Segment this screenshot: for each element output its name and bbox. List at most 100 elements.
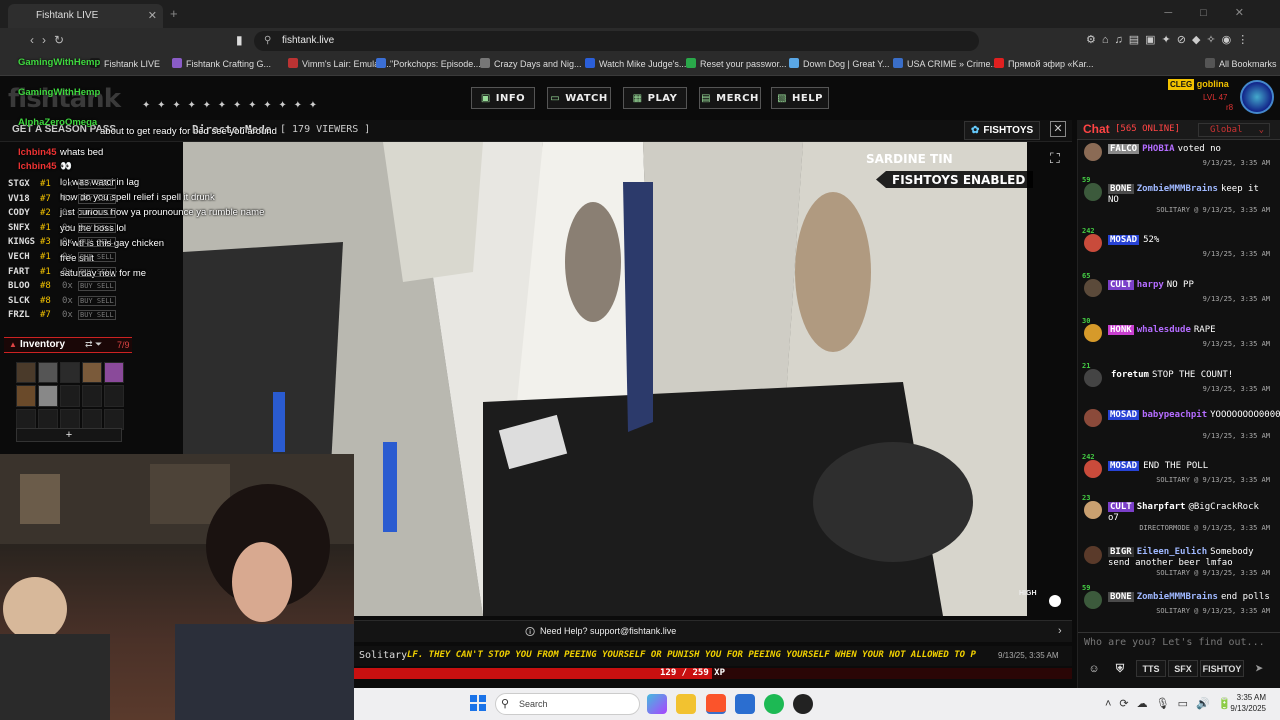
- inventory-slot[interactable]: [38, 408, 58, 430]
- tts-button[interactable]: TTS: [1136, 660, 1166, 677]
- stock-row[interactable]: SLCK #8 0x BUY SELL: [8, 295, 130, 310]
- nav-buttons[interactable]: ‹›↻: [30, 33, 72, 47]
- user-avatar[interactable]: [1084, 369, 1102, 387]
- user-avatar[interactable]: [1084, 546, 1102, 564]
- bookmark-item[interactable]: Reset your passwor...: [686, 58, 787, 69]
- nav-help-button[interactable]: ▧ HELP: [771, 87, 829, 109]
- chat-username[interactable]: ZombieMMMBrains: [1137, 184, 1218, 194]
- buy-sell-button[interactable]: BUY SELL: [78, 266, 116, 277]
- user-avatar[interactable]: [1084, 501, 1102, 519]
- fishtoy-button[interactable]: FISHTOY: [1200, 660, 1244, 677]
- clan-tag[interactable]: MOSAD: [1108, 410, 1140, 420]
- taskbar-search[interactable]: Search: [495, 693, 640, 715]
- file-explorer-icon[interactable]: [676, 694, 696, 714]
- buy-sell-button[interactable]: BUY SELL: [78, 295, 116, 306]
- system-tray[interactable]: ˄⟳☁🎙▭🔊🔋: [1105, 697, 1239, 710]
- buy-sell-button[interactable]: BUY SELL: [78, 208, 116, 219]
- buy-sell-button[interactable]: BUY SELL: [78, 193, 116, 204]
- emoji-icon[interactable]: ☺: [1086, 660, 1102, 677]
- user-avatar[interactable]: [1084, 591, 1102, 609]
- clan-tag[interactable]: CULT: [1108, 502, 1134, 512]
- user-avatar[interactable]: [1240, 80, 1274, 114]
- stock-row[interactable]: STGX #1 0x BUY SELL: [8, 179, 130, 193]
- user-avatar[interactable]: [1084, 460, 1102, 478]
- stock-row[interactable]: FART #1 0x BUY SELL: [8, 266, 130, 281]
- chat-username[interactable]: whalesdude: [1137, 325, 1191, 335]
- inventory-slot[interactable]: [104, 362, 124, 384]
- bookmark-item[interactable]: Прямой эфир «Kar...: [994, 58, 1094, 69]
- clan-tag[interactable]: HONK: [1108, 325, 1134, 335]
- inventory-slot[interactable]: [16, 385, 36, 407]
- window-controls[interactable]: ─□✕: [1164, 6, 1272, 19]
- bookmark-item[interactable]: Fishtank Crafting G...: [172, 58, 271, 69]
- nav-merch-button[interactable]: ▤ MERCH: [699, 87, 761, 109]
- sfx-button[interactable]: SFX: [1168, 660, 1198, 677]
- browser-tab[interactable]: Fishtank LIVE ✕: [8, 4, 163, 28]
- shield-icon[interactable]: ⛨: [1111, 660, 1129, 677]
- record-indicator[interactable]: [1049, 595, 1061, 607]
- chevron-right-icon[interactable]: ›: [1058, 625, 1062, 637]
- inventory-slot[interactable]: [60, 408, 80, 430]
- clan-tag[interactable]: MOSAD: [1108, 461, 1140, 471]
- stock-row[interactable]: KINGS #3 0x BUY SELL: [8, 237, 130, 251]
- bookmark-item[interactable]: Down Dog | Great Y...: [789, 58, 890, 69]
- chat-username[interactable]: Eileen_Eulich: [1137, 547, 1207, 557]
- copilot-icon[interactable]: [647, 694, 667, 714]
- clan-tag[interactable]: BONE: [1108, 184, 1134, 194]
- user-avatar[interactable]: [1084, 279, 1102, 297]
- bookmark-item[interactable]: Crazy Days and Nig...: [480, 58, 582, 69]
- add-inventory-button[interactable]: +: [16, 428, 122, 442]
- obs-icon[interactable]: [793, 694, 813, 714]
- buy-sell-button[interactable]: BUY SELL: [78, 237, 116, 248]
- stock-row[interactable]: SNFX #1 0x BUY SELL: [8, 222, 130, 237]
- inventory-slot[interactable]: [60, 385, 80, 407]
- buy-sell-button[interactable]: BUY SELL: [78, 252, 116, 262]
- stock-row[interactable]: VECH #1 0x BUY SELL: [8, 252, 130, 266]
- inventory-slot[interactable]: [16, 362, 36, 384]
- close-video-icon[interactable]: ✕: [1050, 121, 1066, 137]
- user-avatar[interactable]: [1084, 234, 1102, 252]
- chat-username[interactable]: foretum: [1111, 370, 1149, 380]
- site-info-icon[interactable]: ⚲: [264, 35, 271, 46]
- chat-username[interactable]: PHOBIA: [1142, 144, 1175, 154]
- notepad-icon[interactable]: [735, 694, 755, 714]
- inventory-slot[interactable]: [38, 385, 58, 407]
- inventory-slot[interactable]: [82, 408, 102, 430]
- fullscreen-icon[interactable]: ⛶: [1050, 150, 1060, 167]
- clan-tag[interactable]: BONE: [1108, 592, 1134, 602]
- buy-sell-button[interactable]: BUY SELL: [78, 222, 116, 233]
- user-avatar[interactable]: [1084, 183, 1102, 201]
- user-avatar[interactable]: [1084, 324, 1102, 342]
- user-avatar[interactable]: [1084, 409, 1102, 427]
- buy-sell-button[interactable]: BUY SELL: [78, 281, 116, 292]
- inventory-slot[interactable]: [104, 408, 124, 430]
- swap-icon[interactable]: ⇄ ⏷: [85, 339, 102, 350]
- windows-start-icon[interactable]: [470, 695, 486, 711]
- chat-username[interactable]: babypeachpit: [1142, 410, 1207, 420]
- taskbar-clock[interactable]: 3:35 AM 9/13/2025: [1222, 692, 1266, 714]
- stock-row[interactable]: CODY #2 0x BUY SELL: [8, 208, 130, 222]
- spotify-icon[interactable]: [764, 694, 784, 714]
- help-text[interactable]: Need Help? support@fishtank.live: [540, 626, 676, 636]
- buy-sell-button[interactable]: BUY SELL: [78, 310, 116, 321]
- clan-tag[interactable]: FALCO: [1108, 144, 1140, 154]
- inventory-slot[interactable]: [60, 362, 80, 384]
- nav-play-button[interactable]: ▦ PLAY: [623, 87, 687, 109]
- clan-tag[interactable]: CULT: [1108, 280, 1134, 290]
- inventory-slot[interactable]: [38, 362, 58, 384]
- chat-channel-select[interactable]: Global ⌄: [1198, 123, 1270, 137]
- chat-username[interactable]: harpy: [1137, 280, 1164, 290]
- inventory-slot[interactable]: [16, 408, 36, 430]
- clan-tag[interactable]: MOSAD: [1108, 235, 1140, 245]
- bookmark-item[interactable]: All Bookmarks: [1205, 58, 1277, 69]
- bookmark-icon[interactable]: ▮: [236, 33, 243, 47]
- collapse-icon[interactable]: ▲: [9, 340, 17, 349]
- bookmark-item[interactable]: "Porkchops: Episode...: [376, 58, 481, 69]
- clan-tag[interactable]: BIGR: [1108, 547, 1134, 557]
- inventory-slot[interactable]: [82, 362, 102, 384]
- stock-row[interactable]: VV18 #7 0x BUY SELL: [8, 193, 130, 208]
- quality-label[interactable]: HIGH: [1019, 590, 1037, 597]
- chat-username[interactable]: ZombieMMMBrains: [1137, 592, 1218, 602]
- fishtoys-button[interactable]: ✿ FISHTOYS: [964, 121, 1040, 140]
- bookmark-item[interactable]: Fishtank LIVE: [90, 58, 160, 69]
